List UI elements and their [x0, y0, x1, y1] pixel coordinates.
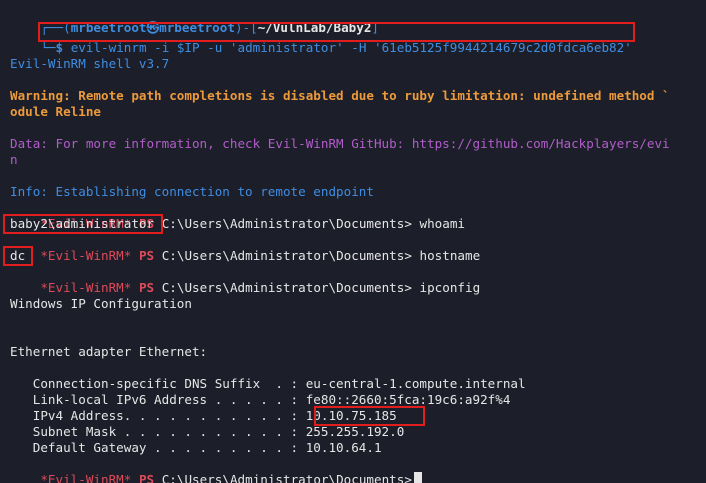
ps-label: PS: [138, 248, 155, 263]
command-highlight-box: [38, 22, 635, 42]
ps-command: hostname: [419, 248, 481, 263]
ipconfig-row-label: Default Gateway . . . . . . . . . :: [10, 440, 306, 455]
hostname-highlight-box: [3, 246, 33, 266]
ps-prefix: *Evil-WinRM*: [40, 472, 132, 483]
ipconfig-row: Connection-specific DNS Suffix . : eu-ce…: [10, 376, 526, 392]
ipconfig-row-value: eu-central-1.compute.internal: [305, 376, 526, 391]
ipv4-highlight-box: [314, 406, 425, 426]
ps-command: whoami: [419, 216, 466, 231]
text-cursor[interactable]: [413, 472, 422, 483]
ipconfig-row-value: 255.255.192.0: [305, 424, 405, 439]
prompt-dollar: $: [55, 40, 64, 55]
data-line-1: Data: For more information, check Evil-W…: [10, 136, 670, 151]
ipconfig-row-label: Link-local IPv6 Address . . . . . :: [10, 392, 306, 407]
ipconfig-row: Link-local IPv6 Address . . . . . : fe80…: [10, 392, 511, 408]
data-line-2: n: [10, 152, 18, 167]
ps-path: C:\Users\Administrator\Documents>: [161, 216, 412, 231]
terminal-window[interactable]: ┌──(mrbeetroot㉿mrbeetroot)-[~/VulnLab/Ba…: [0, 0, 706, 483]
ps-path: C:\Users\Administrator\Documents>: [161, 248, 412, 263]
ipconfig-row-label: IPv4 Address. . . . . . . . . . . :: [10, 408, 306, 423]
ps-path: C:\Users\Administrator\Documents>: [161, 280, 412, 295]
ps-label: PS: [138, 280, 155, 295]
ipconfig-title: Windows IP Configuration: [10, 296, 192, 311]
warning-line-1: Warning: Remote path completions is disa…: [10, 88, 670, 103]
ps-path: C:\Users\Administrator\Documents>: [161, 472, 412, 483]
ps-prompt-hostname: *Evil-WinRM* PS C:\Users\Administrator\D…: [10, 232, 480, 263]
prompt-line: ┌──(mrbeetroot㉿mrbeetroot)-[~/VulnLab/Ba…: [10, 4, 379, 35]
ipconfig-row-label: Connection-specific DNS Suffix . :: [10, 376, 306, 391]
ps-prefix: *Evil-WinRM*: [40, 280, 132, 295]
ipconfig-adapter: Ethernet adapter Ethernet:: [10, 344, 208, 359]
ipconfig-row: Default Gateway . . . . . . . . . : 10.1…: [10, 440, 382, 456]
shell-version: Evil-WinRM shell v3.7: [10, 56, 170, 71]
whoami-highlight-box: [3, 214, 163, 234]
ps-prefix: *Evil-WinRM*: [40, 248, 132, 263]
ipconfig-row-label: Subnet Mask . . . . . . . . . . . :: [10, 424, 306, 439]
prompt-corner-bottom: └─: [40, 40, 56, 55]
ps-prompt-ipconfig: *Evil-WinRM* PS C:\Users\Administrator\D…: [10, 264, 480, 295]
warning-line-2: odule Reline: [10, 104, 101, 119]
ipconfig-row-value: 10.10.64.1: [305, 440, 382, 455]
ipconfig-row: Subnet Mask . . . . . . . . . . . : 255.…: [10, 424, 405, 440]
ps-prompt-current[interactable]: *Evil-WinRM* PS C:\Users\Administrator\D…: [10, 456, 422, 483]
ps-label: PS: [138, 472, 155, 483]
info-line: Info: Establishing connection to remote …: [10, 184, 374, 199]
ps-command: ipconfig: [419, 280, 481, 295]
command-text: evil-winrm -i $IP -u 'administrator' -H …: [70, 40, 632, 55]
ipconfig-row-value: fe80::2660:5fca:19c6:a92f%4: [305, 392, 511, 407]
